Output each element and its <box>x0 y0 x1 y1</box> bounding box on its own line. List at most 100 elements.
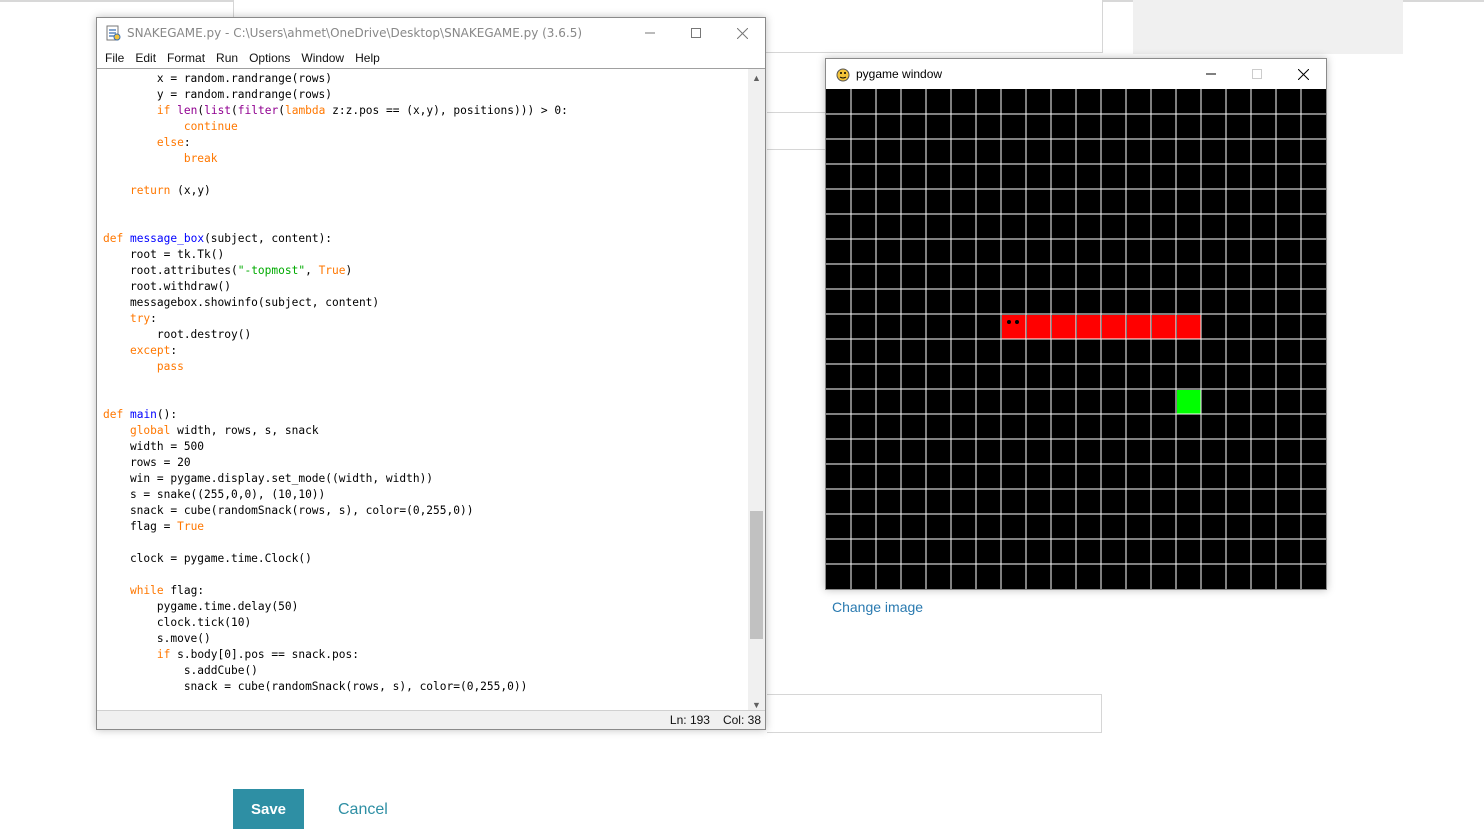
code-line[interactable]: root = tk.Tk() <box>103 247 568 263</box>
code-line[interactable]: break <box>103 151 568 167</box>
code-line[interactable]: def message_box(subject, content): <box>103 231 568 247</box>
code-line[interactable]: s.addCube() <box>103 663 568 679</box>
code-token: root.destroy() <box>103 328 252 341</box>
code-line[interactable]: root.destroy() <box>103 327 568 343</box>
code-line[interactable]: clock = pygame.time.Clock() <box>103 551 568 567</box>
snack-cube <box>1177 390 1201 414</box>
snake-segment <box>1127 315 1151 339</box>
code-token: continue <box>183 120 238 133</box>
code-token: snack = cube(randomSnack(rows, s), color… <box>103 504 474 517</box>
code-line[interactable] <box>103 215 568 231</box>
code-line[interactable]: except: <box>103 343 568 359</box>
code-line[interactable]: flag = True <box>103 519 568 535</box>
menu-run[interactable]: Run <box>211 51 244 65</box>
code-token: , <box>305 264 319 277</box>
code-token: s.body[0].pos == snack.pos: <box>170 648 359 661</box>
code-line[interactable]: continue <box>103 119 568 135</box>
vertical-scrollbar[interactable]: ▲ ▼ <box>748 69 765 713</box>
pygame-title-bar[interactable]: pygame window <box>826 59 1326 89</box>
cancel-link[interactable]: Cancel <box>338 801 388 819</box>
menu-edit[interactable]: Edit <box>130 51 162 65</box>
status-bar: Ln: 193 Col: 38 <box>97 710 765 729</box>
code-token: message_box <box>129 232 205 245</box>
save-button[interactable]: Save <box>233 789 304 829</box>
code-line[interactable]: try: <box>103 311 568 327</box>
code-line[interactable] <box>103 375 568 391</box>
code-line[interactable]: else: <box>103 135 568 151</box>
code-editor[interactable]: x = random.randrange(rows) y = random.ra… <box>97 68 765 713</box>
scrollbar-thumb[interactable] <box>750 511 763 639</box>
change-image-link[interactable]: Change image <box>832 599 923 615</box>
code-text[interactable]: x = random.randrange(rows) y = random.ra… <box>103 71 568 695</box>
code-line[interactable]: win = pygame.display.set_mode((width, wi… <box>103 471 568 487</box>
code-line[interactable]: pygame.time.delay(50) <box>103 599 568 615</box>
code-line[interactable] <box>103 167 568 183</box>
python-file-icon <box>106 25 121 41</box>
code-line[interactable] <box>103 535 568 551</box>
code-token: break <box>183 152 218 165</box>
code-line[interactable] <box>103 199 568 215</box>
code-line[interactable]: global width, rows, s, snack <box>103 423 568 439</box>
code-line[interactable]: root.withdraw() <box>103 279 568 295</box>
code-token: len <box>177 104 198 117</box>
code-line[interactable]: x = random.randrange(rows) <box>103 71 568 87</box>
code-line[interactable] <box>103 391 568 407</box>
code-line[interactable]: snack = cube(randomSnack(rows, s), color… <box>103 679 568 695</box>
code-token: messagebox.showinfo(subject, content) <box>103 296 380 309</box>
code-token: : <box>150 312 157 325</box>
idle-menu-bar: File Edit Format Run Options Window Help <box>97 48 765 68</box>
menu-file[interactable]: File <box>100 51 130 65</box>
scroll-up-icon[interactable]: ▲ <box>748 69 765 86</box>
code-line[interactable]: return (x,y) <box>103 183 568 199</box>
minimize-icon[interactable] <box>627 18 673 48</box>
menu-options[interactable]: Options <box>244 51 296 65</box>
minimize-icon[interactable] <box>1188 59 1234 89</box>
idle-title-bar[interactable]: SNAKEGAME.py - C:\Users\ahmet\OneDrive\D… <box>97 18 765 48</box>
code-token: root = tk.Tk() <box>103 248 225 261</box>
snake-segment <box>1052 315 1076 339</box>
form-input-field[interactable] <box>767 112 828 150</box>
code-line[interactable]: messagebox.showinfo(subject, content) <box>103 295 568 311</box>
close-icon[interactable] <box>719 18 765 48</box>
code-line[interactable] <box>103 567 568 583</box>
code-token: list <box>204 104 232 117</box>
code-line[interactable]: pass <box>103 359 568 375</box>
code-token: ) <box>345 264 353 277</box>
game-board[interactable] <box>826 89 1326 589</box>
code-line[interactable]: clock.tick(10) <box>103 615 568 631</box>
menu-format[interactable]: Format <box>162 51 211 65</box>
menu-help[interactable]: Help <box>350 51 386 65</box>
code-line[interactable]: rows = 20 <box>103 455 568 471</box>
form-input-field-bottom[interactable] <box>767 694 1102 733</box>
code-token: s.move() <box>103 632 211 645</box>
maximize-icon[interactable] <box>673 18 719 48</box>
code-line[interactable]: if s.body[0].pos == snack.pos: <box>103 647 568 663</box>
snake-segment <box>1002 315 1026 339</box>
code-line[interactable]: if len(list(filter(lambda z:z.pos == (x,… <box>103 103 568 119</box>
code-line[interactable]: root.attributes("-topmost", True) <box>103 263 568 279</box>
code-line[interactable]: width = 500 <box>103 439 568 455</box>
code-line[interactable]: def main(): <box>103 407 568 423</box>
pygame-window-title: pygame window <box>856 67 943 81</box>
close-icon[interactable] <box>1280 59 1326 89</box>
code-token: : <box>170 344 178 357</box>
code-line[interactable]: y = random.randrange(rows) <box>103 87 568 103</box>
code-token: if <box>156 104 171 117</box>
code-line[interactable]: s = snake((255,0,0), (10,10)) <box>103 487 568 503</box>
code-token: ( <box>231 104 238 117</box>
menu-window[interactable]: Window <box>296 51 350 65</box>
idle-editor-window: SNAKEGAME.py - C:\Users\ahmet\OneDrive\D… <box>96 17 766 730</box>
code-line[interactable]: while flag: <box>103 583 568 599</box>
code-token: else <box>156 136 184 149</box>
code-line[interactable]: snack = cube(randomSnack(rows, s), color… <box>103 503 568 519</box>
code-token: lambda <box>284 104 326 117</box>
line-number: Ln: 193 <box>669 713 710 727</box>
code-line[interactable]: s.move() <box>103 631 568 647</box>
code-token: rows = 20 <box>103 456 191 469</box>
